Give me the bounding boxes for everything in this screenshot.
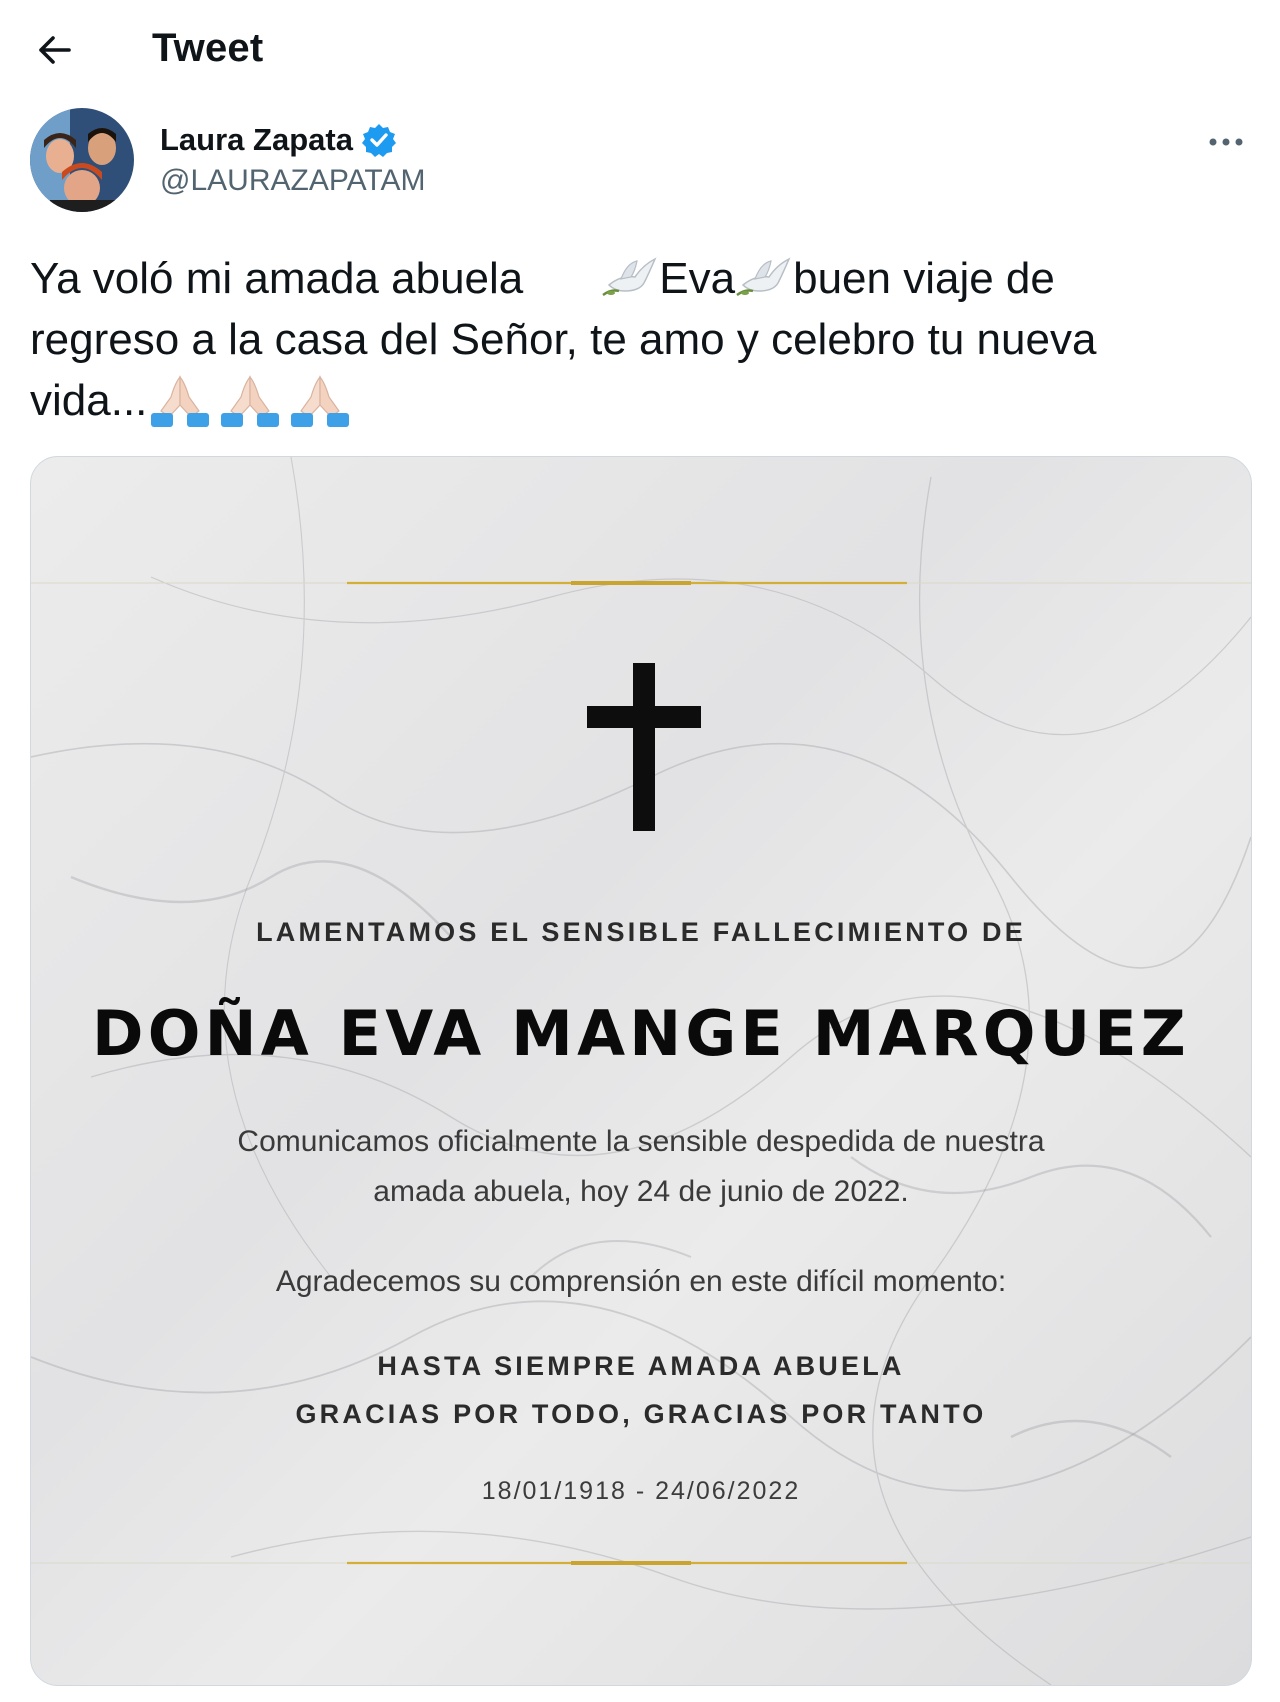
card-dates: 18/01/1918 - 24/06/2022: [481, 1477, 801, 1505]
tweet-line-3: vida...: [30, 370, 1240, 431]
card-body-line: amada abuela, hoy 24 de junio de 2022.: [373, 1175, 909, 1208]
card-body-line: Comunicamos oficialmente la sensible des…: [237, 1125, 1045, 1158]
dove-emoji-icon: [602, 257, 657, 296]
tweet-media-image[interactable]: LAMENTAMOS EL SENSIBLE FALLECIMIENTO DE …: [30, 456, 1252, 1686]
dove-emoji-icon: [736, 257, 791, 296]
arrow-left-icon: [39, 36, 71, 64]
gold-divider-bottom: [31, 1561, 1251, 1565]
deceased-name: DOÑA EVA MANGE MARQUEZ: [92, 997, 1190, 1070]
top-bar: Tweet: [0, 0, 1280, 100]
author-name-label: Laura Zapata: [160, 122, 353, 157]
tweet-text: Ya voló mi amada abuela Eva buen viaje d…: [30, 248, 1240, 431]
gold-divider-top: [31, 581, 1251, 585]
card-body-text: Comunicamos oficialmente la sensible des…: [31, 1117, 1251, 1217]
card-lead-text: LAMENTAMOS EL SENSIBLE FALLECIMIENTO DE: [256, 917, 1026, 947]
folded-hands-emoji-icon: [291, 375, 350, 427]
card-farewell-line: HASTA SIEMPRE AMADA ABUELA: [377, 1351, 905, 1381]
folded-hands-emoji-icon: [151, 375, 210, 427]
tweet-text-segment: Ya voló mi amada abuela: [30, 254, 524, 303]
card-farewell-line: GRACIAS POR TODO, GRACIAS POR TANTO: [295, 1399, 987, 1429]
author-handle[interactable]: @LAURAZAPATAM: [160, 164, 426, 198]
tweet-text-segment: vida...: [30, 376, 148, 425]
more-options-button[interactable]: [1202, 122, 1250, 162]
cross-icon: [587, 663, 701, 831]
avatar[interactable]: [30, 108, 134, 212]
tweet-author: Laura Zapata @LAURAZAPATAM: [30, 108, 1250, 218]
author-name[interactable]: Laura Zapata: [160, 122, 397, 158]
card-thanks-text: Agradecemos su comprensión en este difíc…: [275, 1265, 1007, 1298]
back-button[interactable]: [30, 28, 78, 72]
verified-badge-icon: [361, 124, 396, 157]
ellipsis-icon: [1209, 138, 1243, 146]
tweet-line-1: Ya voló mi amada abuela Eva buen viaje d…: [30, 248, 1240, 309]
tweet-text-segment: Eva: [659, 254, 736, 303]
page-title: Tweet: [152, 26, 264, 70]
folded-hands-emoji-icon: [221, 375, 280, 427]
tweet-text-segment: buen viaje de: [793, 254, 1055, 303]
tweet-line-2: regreso a la casa del Señor, te amo y ce…: [30, 315, 1097, 364]
